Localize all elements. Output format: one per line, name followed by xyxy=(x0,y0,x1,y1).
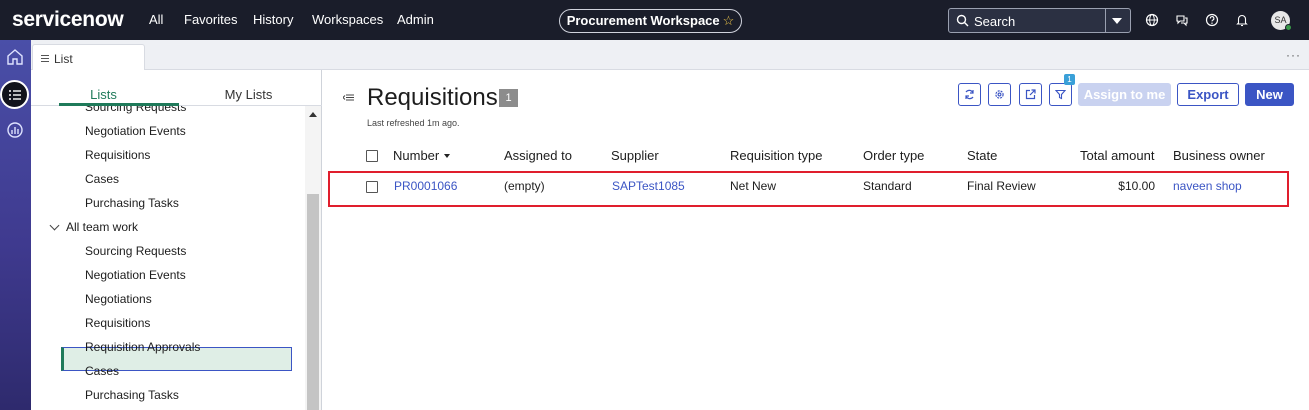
list-icon xyxy=(9,90,21,100)
refresh-button[interactable] xyxy=(958,83,981,106)
column-header-number[interactable]: Number xyxy=(393,148,451,163)
servicenow-logo[interactable]: servicenow xyxy=(12,8,124,32)
nav-history[interactable]: History xyxy=(253,12,293,27)
search-input[interactable]: Search xyxy=(974,14,1015,29)
list-content: Requisitions 1 Last refreshed 1m ago. 1 … xyxy=(323,70,1309,410)
workspace-title: Procurement Workspace xyxy=(566,13,720,28)
list-item-sourcing-requests[interactable]: Sourcing Requests xyxy=(85,106,186,114)
cell-number-link[interactable]: PR0001066 xyxy=(394,179,457,193)
favorite-star-icon[interactable]: ☆ xyxy=(723,13,735,28)
sort-descending-icon xyxy=(444,154,451,158)
column-header-order-type[interactable]: Order type xyxy=(863,148,924,163)
list-tab-icon xyxy=(41,55,49,62)
column-header-supplier[interactable]: Supplier xyxy=(611,148,659,163)
gear-icon xyxy=(995,90,1004,99)
user-avatar[interactable]: SA xyxy=(1271,11,1292,31)
tab-list[interactable]: List xyxy=(32,44,145,71)
help-icon[interactable] xyxy=(1205,13,1219,27)
list-item-team-sourcing-requests[interactable]: Sourcing Requests xyxy=(85,244,186,258)
cell-state: Final Review xyxy=(967,179,1036,193)
nav-favorites[interactable]: Favorites xyxy=(184,12,237,27)
list-tree: Sourcing Requests Negotiation Events Req… xyxy=(31,106,305,410)
analytics-icon[interactable] xyxy=(4,119,26,141)
top-navigation: servicenow All Favorites History Workspa… xyxy=(0,0,1309,40)
row-checkbox[interactable] xyxy=(366,181,378,193)
search-icon xyxy=(956,14,969,27)
group-all-team-work[interactable]: All team work xyxy=(49,220,139,234)
list-item-requisitions[interactable]: Requisitions xyxy=(85,148,150,162)
list-view-rail-button[interactable] xyxy=(0,80,29,109)
list-panel-scrollbar[interactable] xyxy=(305,106,321,410)
tab-lists[interactable]: Lists xyxy=(31,87,176,102)
column-header-number-label: Number xyxy=(393,148,440,163)
column-header-assigned-to[interactable]: Assigned to xyxy=(504,148,572,163)
scrollbar-thumb[interactable] xyxy=(307,194,319,410)
column-header-total-amount[interactable]: Total amount xyxy=(1080,148,1154,163)
nav-admin[interactable]: Admin xyxy=(397,12,434,27)
nav-workspaces[interactable]: Workspaces xyxy=(312,12,383,27)
filter-count-badge: 1 xyxy=(1064,74,1075,85)
notifications-bell-icon[interactable] xyxy=(1235,13,1249,27)
export-button[interactable]: Export xyxy=(1177,83,1239,106)
list-item-cases[interactable]: Cases xyxy=(85,172,119,186)
filter-icon xyxy=(1055,89,1066,100)
more-options-icon[interactable]: ··· xyxy=(1286,48,1301,62)
page-title: Requisitions xyxy=(367,84,498,111)
nav-all[interactable]: All xyxy=(149,12,163,27)
list-item-team-requisition-approvals[interactable]: Requisition Approvals xyxy=(85,340,200,354)
list-item-team-negotiations[interactable]: Negotiations xyxy=(85,292,152,306)
last-refreshed-text: Last refreshed 1m ago. xyxy=(367,118,460,128)
search-scope-dropdown-icon[interactable] xyxy=(1112,18,1122,24)
cell-supplier-link[interactable]: SAPTest1085 xyxy=(612,179,685,193)
cell-requisition-type: Net New xyxy=(730,179,777,193)
assign-to-me-button[interactable]: Assign to me xyxy=(1078,83,1171,106)
list-item-purchasing-tasks[interactable]: Purchasing Tasks xyxy=(85,196,179,210)
export-external-icon xyxy=(1025,89,1036,100)
list-item-team-purchasing-tasks[interactable]: Purchasing Tasks xyxy=(85,388,179,402)
presence-status-dot xyxy=(1285,24,1292,31)
list-item-negotiation-events[interactable]: Negotiation Events xyxy=(85,124,186,138)
settings-button[interactable] xyxy=(988,83,1011,106)
filter-button[interactable] xyxy=(1049,83,1072,106)
tab-my-lists[interactable]: My Lists xyxy=(176,87,321,102)
list-item-team-negotiation-events[interactable]: Negotiation Events xyxy=(85,268,186,282)
left-rail xyxy=(0,40,31,410)
globe-icon[interactable] xyxy=(1145,13,1159,27)
avatar-initials: SA xyxy=(1274,15,1287,25)
column-header-state[interactable]: State xyxy=(967,148,997,163)
open-in-new-button[interactable] xyxy=(1019,83,1042,106)
workspace-tab-strip: List ··· xyxy=(31,40,1309,71)
search-divider xyxy=(1105,9,1106,32)
refresh-icon xyxy=(965,89,974,100)
cell-total-amount: $10.00 xyxy=(1118,179,1155,193)
cell-assigned-to: (empty) xyxy=(504,179,545,193)
new-button[interactable]: New xyxy=(1245,83,1294,106)
workspace-title-pill[interactable]: Procurement Workspace ☆ xyxy=(559,9,742,33)
column-header-business-owner[interactable]: Business owner xyxy=(1173,148,1265,163)
list-item-team-requisitions-selected[interactable]: Requisitions xyxy=(85,316,150,330)
chevron-down-icon xyxy=(49,220,60,231)
select-all-checkbox[interactable] xyxy=(366,150,378,162)
lists-panel: Lists My Lists Sourcing Requests Negotia… xyxy=(31,70,322,410)
global-search[interactable]: Search xyxy=(948,8,1131,33)
home-icon[interactable] xyxy=(4,46,26,68)
collapse-panel-icon[interactable] xyxy=(343,94,354,101)
record-count-badge: 1 xyxy=(499,89,518,107)
group-label: All team work xyxy=(66,220,139,234)
column-header-requisition-type[interactable]: Requisition type xyxy=(730,148,823,163)
cell-business-owner-link[interactable]: naveen shop xyxy=(1173,179,1242,193)
chat-icon[interactable] xyxy=(1175,13,1189,27)
cell-order-type: Standard xyxy=(863,179,912,193)
tab-list-label: List xyxy=(54,52,73,66)
list-item-team-cases[interactable]: Cases xyxy=(85,364,119,378)
scroll-up-arrow-icon[interactable] xyxy=(309,112,317,117)
